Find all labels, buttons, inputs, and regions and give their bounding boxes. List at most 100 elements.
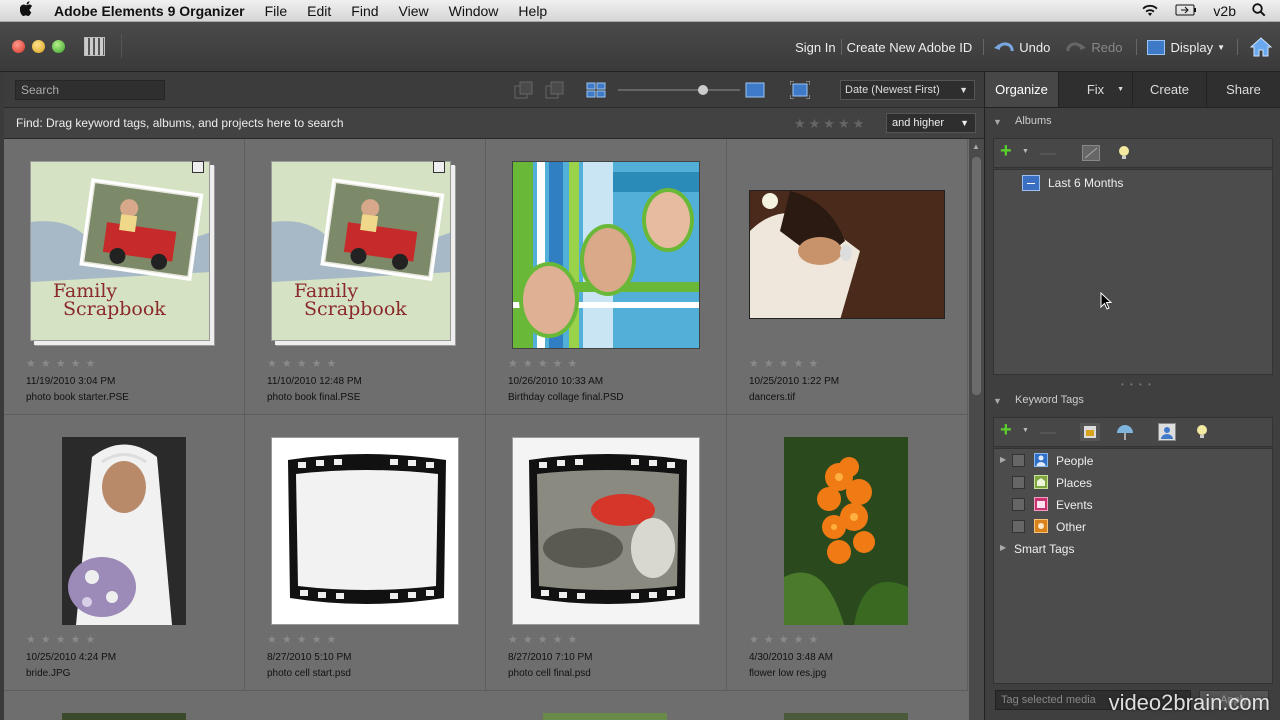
chevron-down-icon[interactable]: ▼ — [1022, 148, 1029, 155]
find-bar[interactable]: Find: Drag keyword tags, albums, and pro… — [4, 108, 984, 139]
display-menu-button[interactable]: Display ▼ — [1147, 39, 1225, 55]
album-item-last-6-months[interactable]: Last 6 Months — [1022, 175, 1123, 191]
sort-order-select[interactable]: Date (Newest First) ▼ — [840, 80, 975, 100]
media-thumbnail[interactable]: Family Scrapbook — [271, 161, 451, 341]
lightbulb-icon[interactable] — [1196, 424, 1208, 440]
media-item[interactable]: ★★★★★ 8/27/2010 7:10 PM photo cell final… — [486, 415, 727, 691]
delete-keyword-icon[interactable] — [1040, 432, 1056, 434]
create-adobe-id-link[interactable]: Create New Adobe ID — [842, 40, 978, 55]
scroll-up-arrow-icon[interactable]: ▲ — [972, 142, 980, 151]
user-name[interactable]: v2b — [1213, 3, 1236, 19]
full-screen-icon[interactable] — [790, 81, 810, 99]
scrollbar-thumb[interactable] — [972, 157, 981, 395]
media-thumbnail[interactable] — [784, 437, 908, 625]
calendar-view-icon[interactable] — [84, 37, 105, 56]
media-item[interactable]: Family Scrapbook ★★★★★ 11/19/2010 3:04 PM… — [4, 139, 245, 415]
media-scrollbar[interactable]: ▲ — [969, 139, 984, 720]
thumbnail-size-slider-track[interactable] — [618, 89, 740, 91]
media-thumbnail-partial[interactable] — [784, 713, 908, 720]
minimize-window-button[interactable] — [32, 40, 45, 53]
undo-button[interactable]: Undo — [994, 40, 1050, 55]
media-date: 11/10/2010 12:48 PM — [267, 376, 362, 387]
stack-icon[interactable] — [514, 81, 534, 99]
battery-icon[interactable] — [1175, 3, 1197, 19]
keyword-checkbox[interactable] — [1012, 476, 1025, 489]
menu-file[interactable]: File — [265, 3, 288, 19]
rating-stars[interactable]: ★★★★★ — [26, 357, 100, 370]
menu-help[interactable]: Help — [518, 3, 547, 19]
people-recognition-icon[interactable] — [1158, 423, 1176, 441]
expand-triangle-icon[interactable]: ▶ — [1000, 455, 1006, 464]
right-panel: Organize Fix ▼ Create Share ▼ Albums + ▼ … — [984, 72, 1280, 720]
media-thumbnail-partial[interactable] — [543, 713, 667, 720]
keyword-checkbox[interactable] — [1012, 520, 1025, 533]
media-thumbnail[interactable] — [749, 190, 945, 319]
keyword-tag-cloud-icon[interactable] — [1080, 423, 1100, 441]
add-keyword-icon[interactable]: + — [1000, 419, 1012, 442]
home-icon[interactable] — [1250, 36, 1272, 58]
media-item[interactable]: ★★★★★ 4/30/2010 3:48 AM flower low res.j… — [727, 415, 968, 691]
chevron-down-icon: ▼ — [1117, 86, 1124, 93]
scrapbook-caption: Family Scrapbook — [53, 280, 166, 320]
lightbulb-icon[interactable] — [1118, 145, 1130, 161]
media-thumbnail[interactable] — [271, 437, 459, 625]
version-set-icon[interactable] — [545, 81, 565, 99]
media-thumbnail[interactable] — [62, 437, 186, 625]
collapse-triangle-icon[interactable]: ▼ — [993, 396, 1002, 406]
app-name[interactable]: Adobe Elements 9 Organizer — [54, 3, 245, 19]
sign-in-link[interactable]: Sign In — [790, 40, 840, 55]
watermark-text: video2brain.com — [1108, 690, 1270, 715]
collapse-triangle-icon[interactable]: ▼ — [993, 117, 1002, 127]
keyword-checkbox[interactable] — [1012, 454, 1025, 467]
menu-find[interactable]: Find — [351, 3, 378, 19]
add-album-icon[interactable]: + — [1000, 140, 1012, 163]
menu-view[interactable]: View — [399, 3, 429, 19]
keyword-checkbox[interactable] — [1012, 498, 1025, 511]
media-browser: Family Scrapbook ★★★★★ 11/19/2010 3:04 PM… — [4, 139, 969, 720]
rating-stars[interactable]: ★★★★★ — [508, 357, 582, 370]
media-item[interactable]: Family Scrapbook ★★★★★ 11/10/2010 12:48 P… — [245, 139, 486, 415]
media-item[interactable]: ★★★★★ 10/25/2010 4:24 PM bride.JPG — [4, 415, 245, 691]
zoom-window-button[interactable] — [52, 40, 65, 53]
media-thumbnail[interactable] — [512, 161, 700, 349]
apple-icon[interactable] — [19, 1, 38, 20]
close-window-button[interactable] — [12, 40, 25, 53]
tab-share[interactable]: Share — [1207, 72, 1280, 107]
keyword-tags-section-header[interactable]: ▼ Keyword Tags — [985, 389, 1280, 413]
tab-fix[interactable]: Fix ▼ — [1059, 72, 1133, 107]
spotlight-search-icon[interactable] — [1252, 2, 1266, 20]
media-thumbnail[interactable] — [512, 437, 700, 625]
redo-button[interactable]: Redo — [1066, 40, 1122, 55]
media-thumbnail[interactable]: Family Scrapbook — [30, 161, 210, 341]
rating-filter-select[interactable]: and higher ▼ — [886, 113, 976, 133]
chevron-down-icon[interactable]: ▼ — [1022, 427, 1029, 434]
redo-icon — [1066, 42, 1087, 52]
rating-stars[interactable]: ★★★★★ — [749, 357, 823, 370]
rating-stars[interactable]: ★★★★★ — [508, 633, 582, 646]
rating-stars[interactable]: ★★★★★ — [749, 633, 823, 646]
tab-organize[interactable]: Organize — [985, 72, 1059, 107]
menu-edit[interactable]: Edit — [307, 3, 331, 19]
albums-section-header[interactable]: ▼ Albums — [985, 110, 1280, 134]
rating-stars[interactable]: ★★★★★ — [267, 357, 341, 370]
rating-stars[interactable]: ★★★★★ — [26, 633, 100, 646]
panel-resize-handle[interactable]: • • • • — [1121, 380, 1153, 389]
media-thumbnail-partial[interactable] — [62, 713, 186, 720]
media-item[interactable]: ★★★★★ 10/26/2010 10:33 AM Birthday colla… — [486, 139, 727, 415]
grid-view-icon[interactable] — [586, 81, 606, 99]
single-photo-view-icon[interactable] — [745, 81, 765, 99]
tab-create[interactable]: Create — [1133, 72, 1207, 107]
menu-window[interactable]: Window — [449, 3, 499, 19]
expand-triangle-icon[interactable]: ▶ — [1000, 543, 1006, 552]
media-item[interactable]: ★★★★★ 10/25/2010 1:22 PM dancers.tif — [727, 139, 968, 415]
keyword-hierarchy-icon[interactable] — [1116, 423, 1134, 441]
rating-filter-stars[interactable]: ★★★★★ — [794, 116, 867, 132]
edit-album-icon[interactable] — [1082, 145, 1100, 161]
search-input[interactable]: Search — [15, 80, 165, 100]
media-date: 10/26/2010 10:33 AM — [508, 376, 604, 387]
thumbnail-size-slider-knob[interactable] — [698, 85, 708, 95]
wifi-icon[interactable] — [1141, 3, 1159, 20]
media-item[interactable]: ★★★★★ 8/27/2010 5:10 PM photo cell start… — [245, 415, 486, 691]
delete-album-icon[interactable] — [1040, 153, 1056, 155]
rating-stars[interactable]: ★★★★★ — [267, 633, 341, 646]
